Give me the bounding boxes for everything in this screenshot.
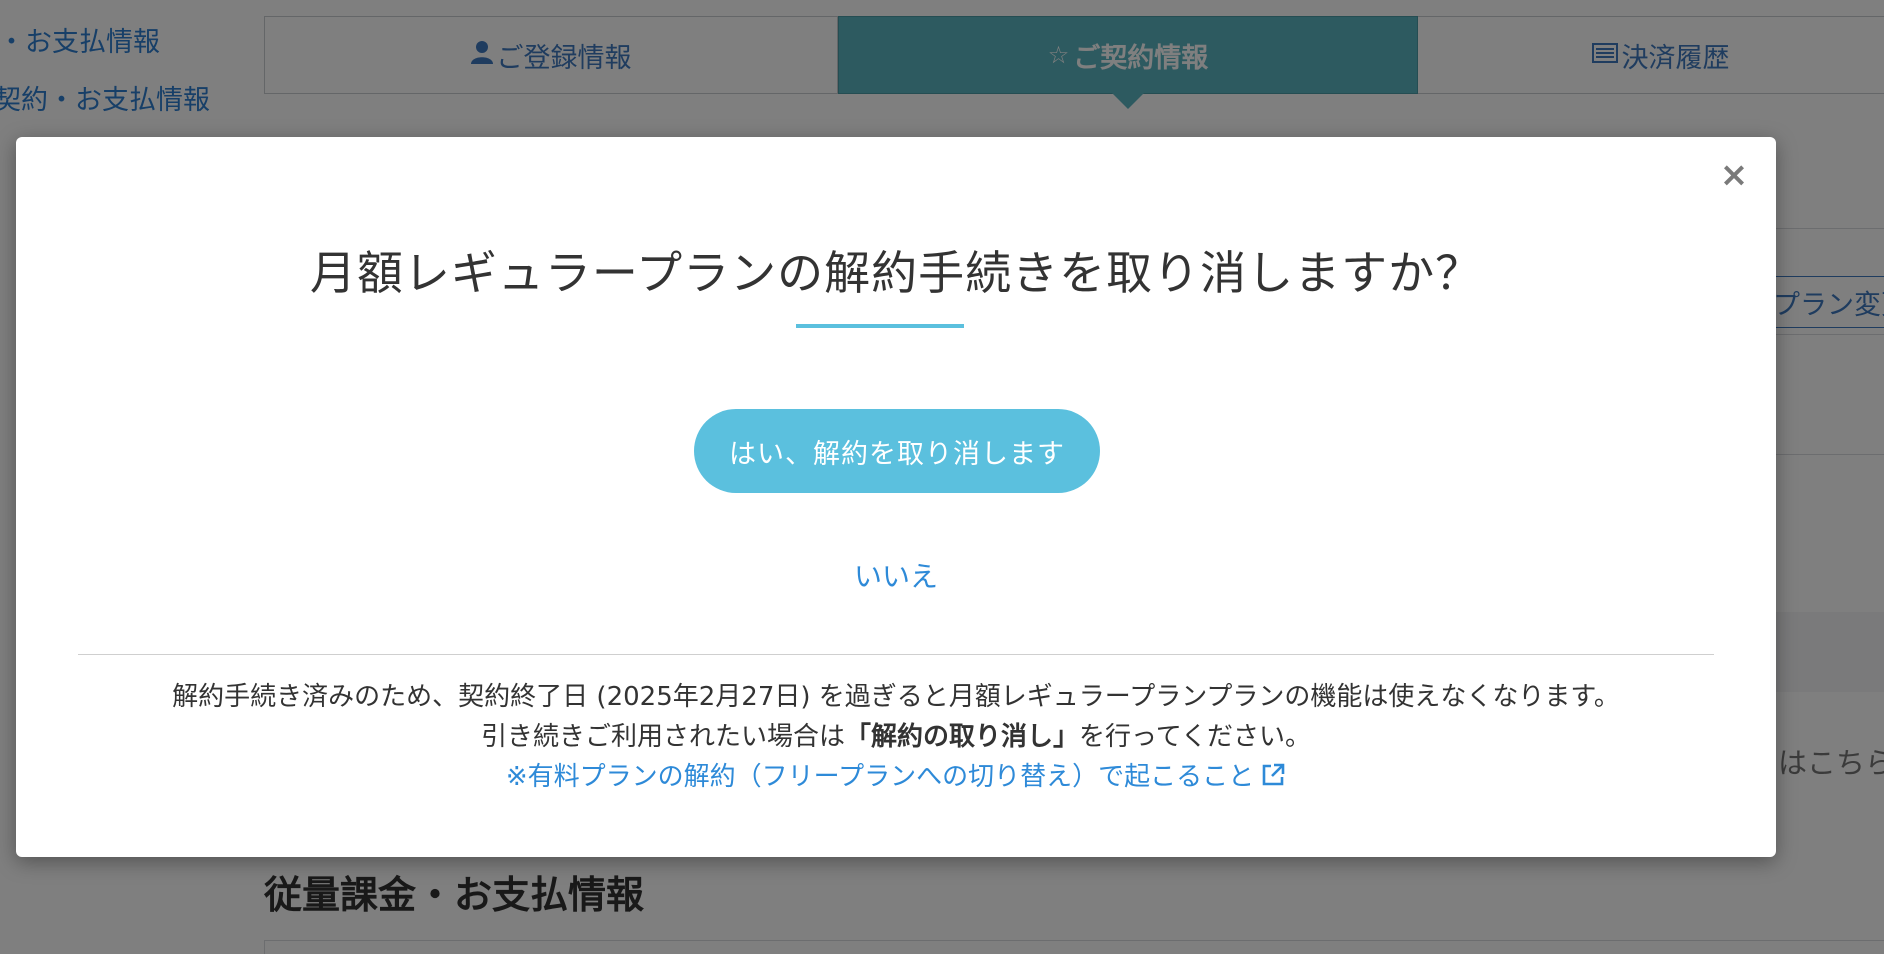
- notice-line-3: ※有料プランの解約（フリープランへの切り替え）で起こること: [16, 757, 1776, 800]
- notice-line-1: 解約手続き済みのため、契約終了日 (2025年2月27日) を過ぎると月額レギュ…: [172, 682, 1620, 712]
- notice-line-2-prefix: 引き続きご利用されたい場合は: [481, 722, 846, 752]
- external-link-icon[interactable]: [1260, 760, 1286, 800]
- notice-line-2-suffix: を行ってください。: [1079, 722, 1311, 752]
- free-plan-info-link[interactable]: ※有料プランの解約（フリープランへの切り替え）で起こること: [506, 762, 1254, 792]
- notice-line-2: 引き続きご利用されたい場合は「解約の取り消し」を行ってください。: [16, 717, 1776, 757]
- close-icon[interactable]: ×: [1718, 158, 1750, 192]
- title-underline: [796, 324, 964, 328]
- cancel-termination-modal: × 月額レギュラープランの解約手続きを取り消しますか？ はい、解約を取り消します…: [16, 137, 1776, 857]
- modal-divider: [78, 654, 1714, 655]
- confirm-cancel-termination-button[interactable]: はい、解約を取り消します: [694, 409, 1100, 493]
- page: ・お支払情報 契約・お支払情報 ご登録情報 ☆ ご契約情報 決済履歴 プラン変更…: [0, 0, 1884, 954]
- modal-title: 月額レギュラープランの解約手続きを取り消しますか？: [309, 246, 1483, 300]
- notice-text: 解約手続き済みのため、契約終了日 (2025年2月27日) を過ぎると月額レギュ…: [16, 677, 1776, 800]
- no-link[interactable]: いいえ: [16, 555, 1776, 595]
- notice-line-2-bold: 「解約の取り消し」: [845, 722, 1080, 752]
